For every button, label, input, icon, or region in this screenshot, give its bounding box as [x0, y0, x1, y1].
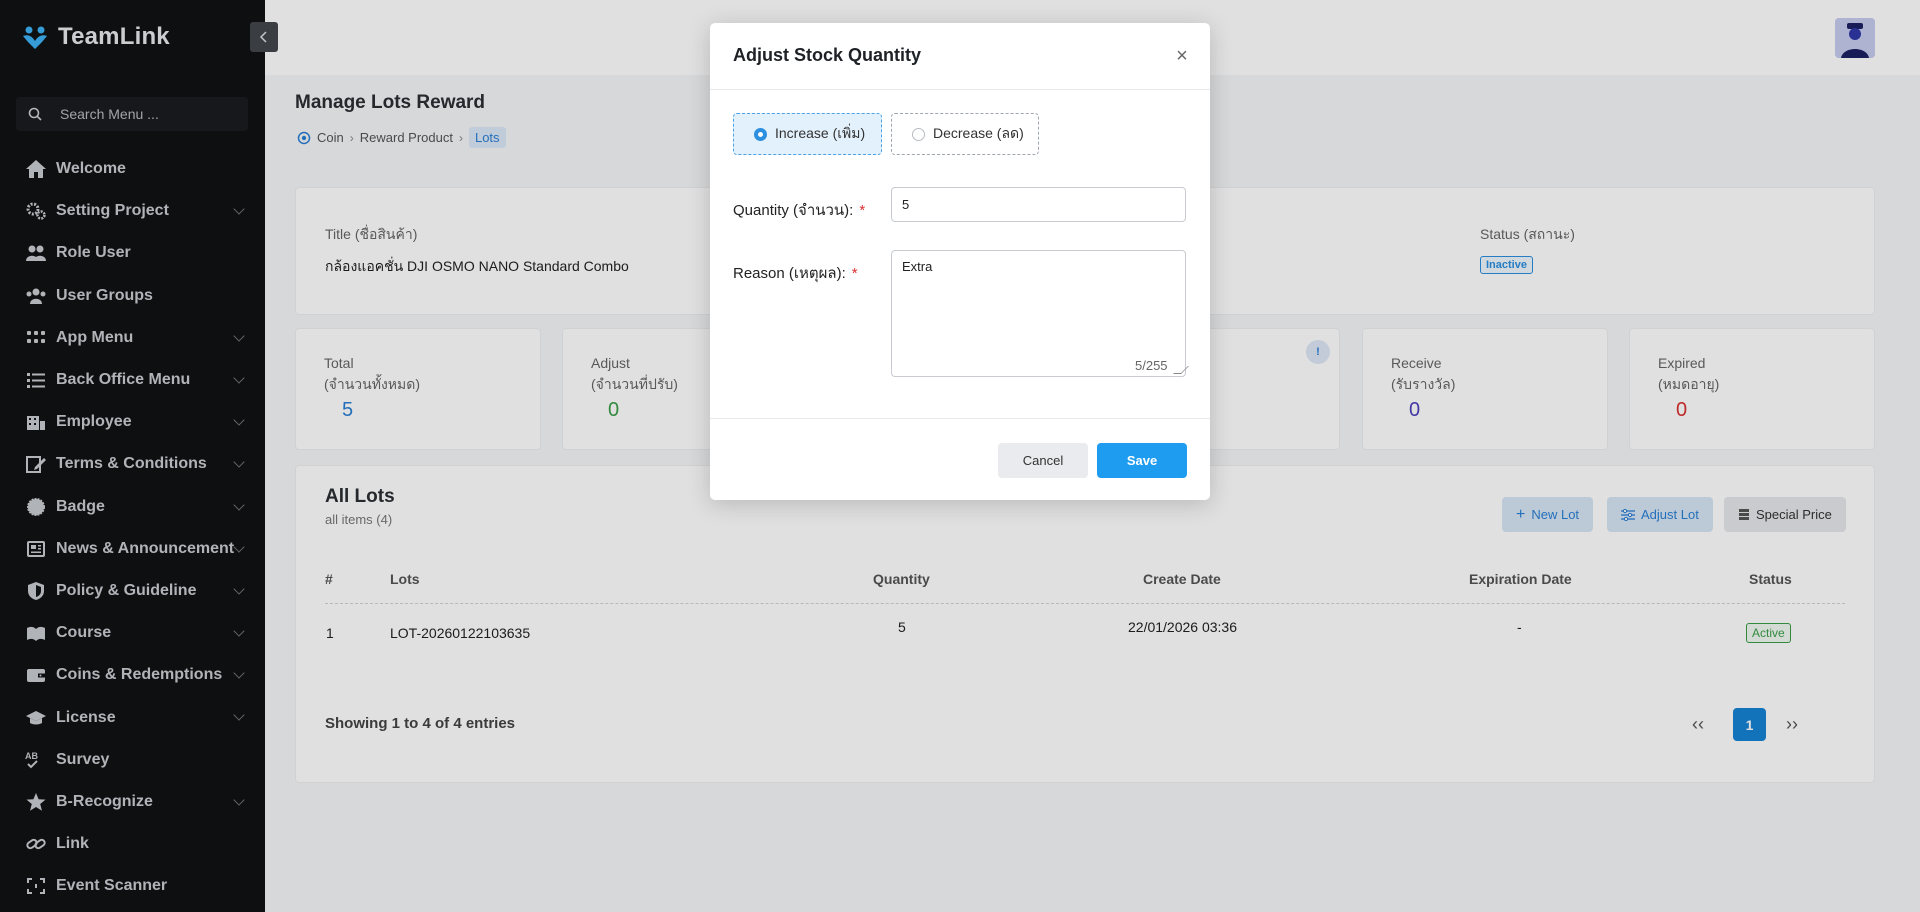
- radio-unchecked-icon: [912, 127, 925, 141]
- quantity-label: Quantity (จำนวน): *: [733, 202, 866, 219]
- chevron-left-icon: [259, 31, 267, 43]
- save-button[interactable]: Save: [1097, 443, 1187, 478]
- increase-label: Increase (เพิ่ม): [775, 125, 866, 141]
- required-mark: *: [851, 265, 858, 282]
- decrease-option[interactable]: Decrease (ลด): [891, 113, 1039, 155]
- radio-checked-icon: [754, 127, 767, 141]
- collapse-sidebar-button[interactable]: [250, 22, 278, 52]
- cancel-button[interactable]: Cancel: [998, 443, 1088, 478]
- quantity-input[interactable]: [891, 187, 1186, 222]
- reason-label: Reason (เหตุผล): *: [733, 265, 858, 282]
- modal-header-divider: [710, 89, 1210, 90]
- close-icon[interactable]: ×: [1172, 46, 1192, 66]
- adjust-stock-modal: Adjust Stock Quantity × Increase (เพิ่ม)…: [710, 23, 1210, 500]
- modal-footer-divider: [710, 418, 1210, 419]
- increase-option[interactable]: Increase (เพิ่ม): [733, 113, 882, 155]
- decrease-label: Decrease (ลด): [933, 125, 1024, 141]
- modal-title: Adjust Stock Quantity: [733, 45, 922, 65]
- required-mark: *: [859, 202, 866, 219]
- char-counter: 5/255: [1135, 358, 1168, 373]
